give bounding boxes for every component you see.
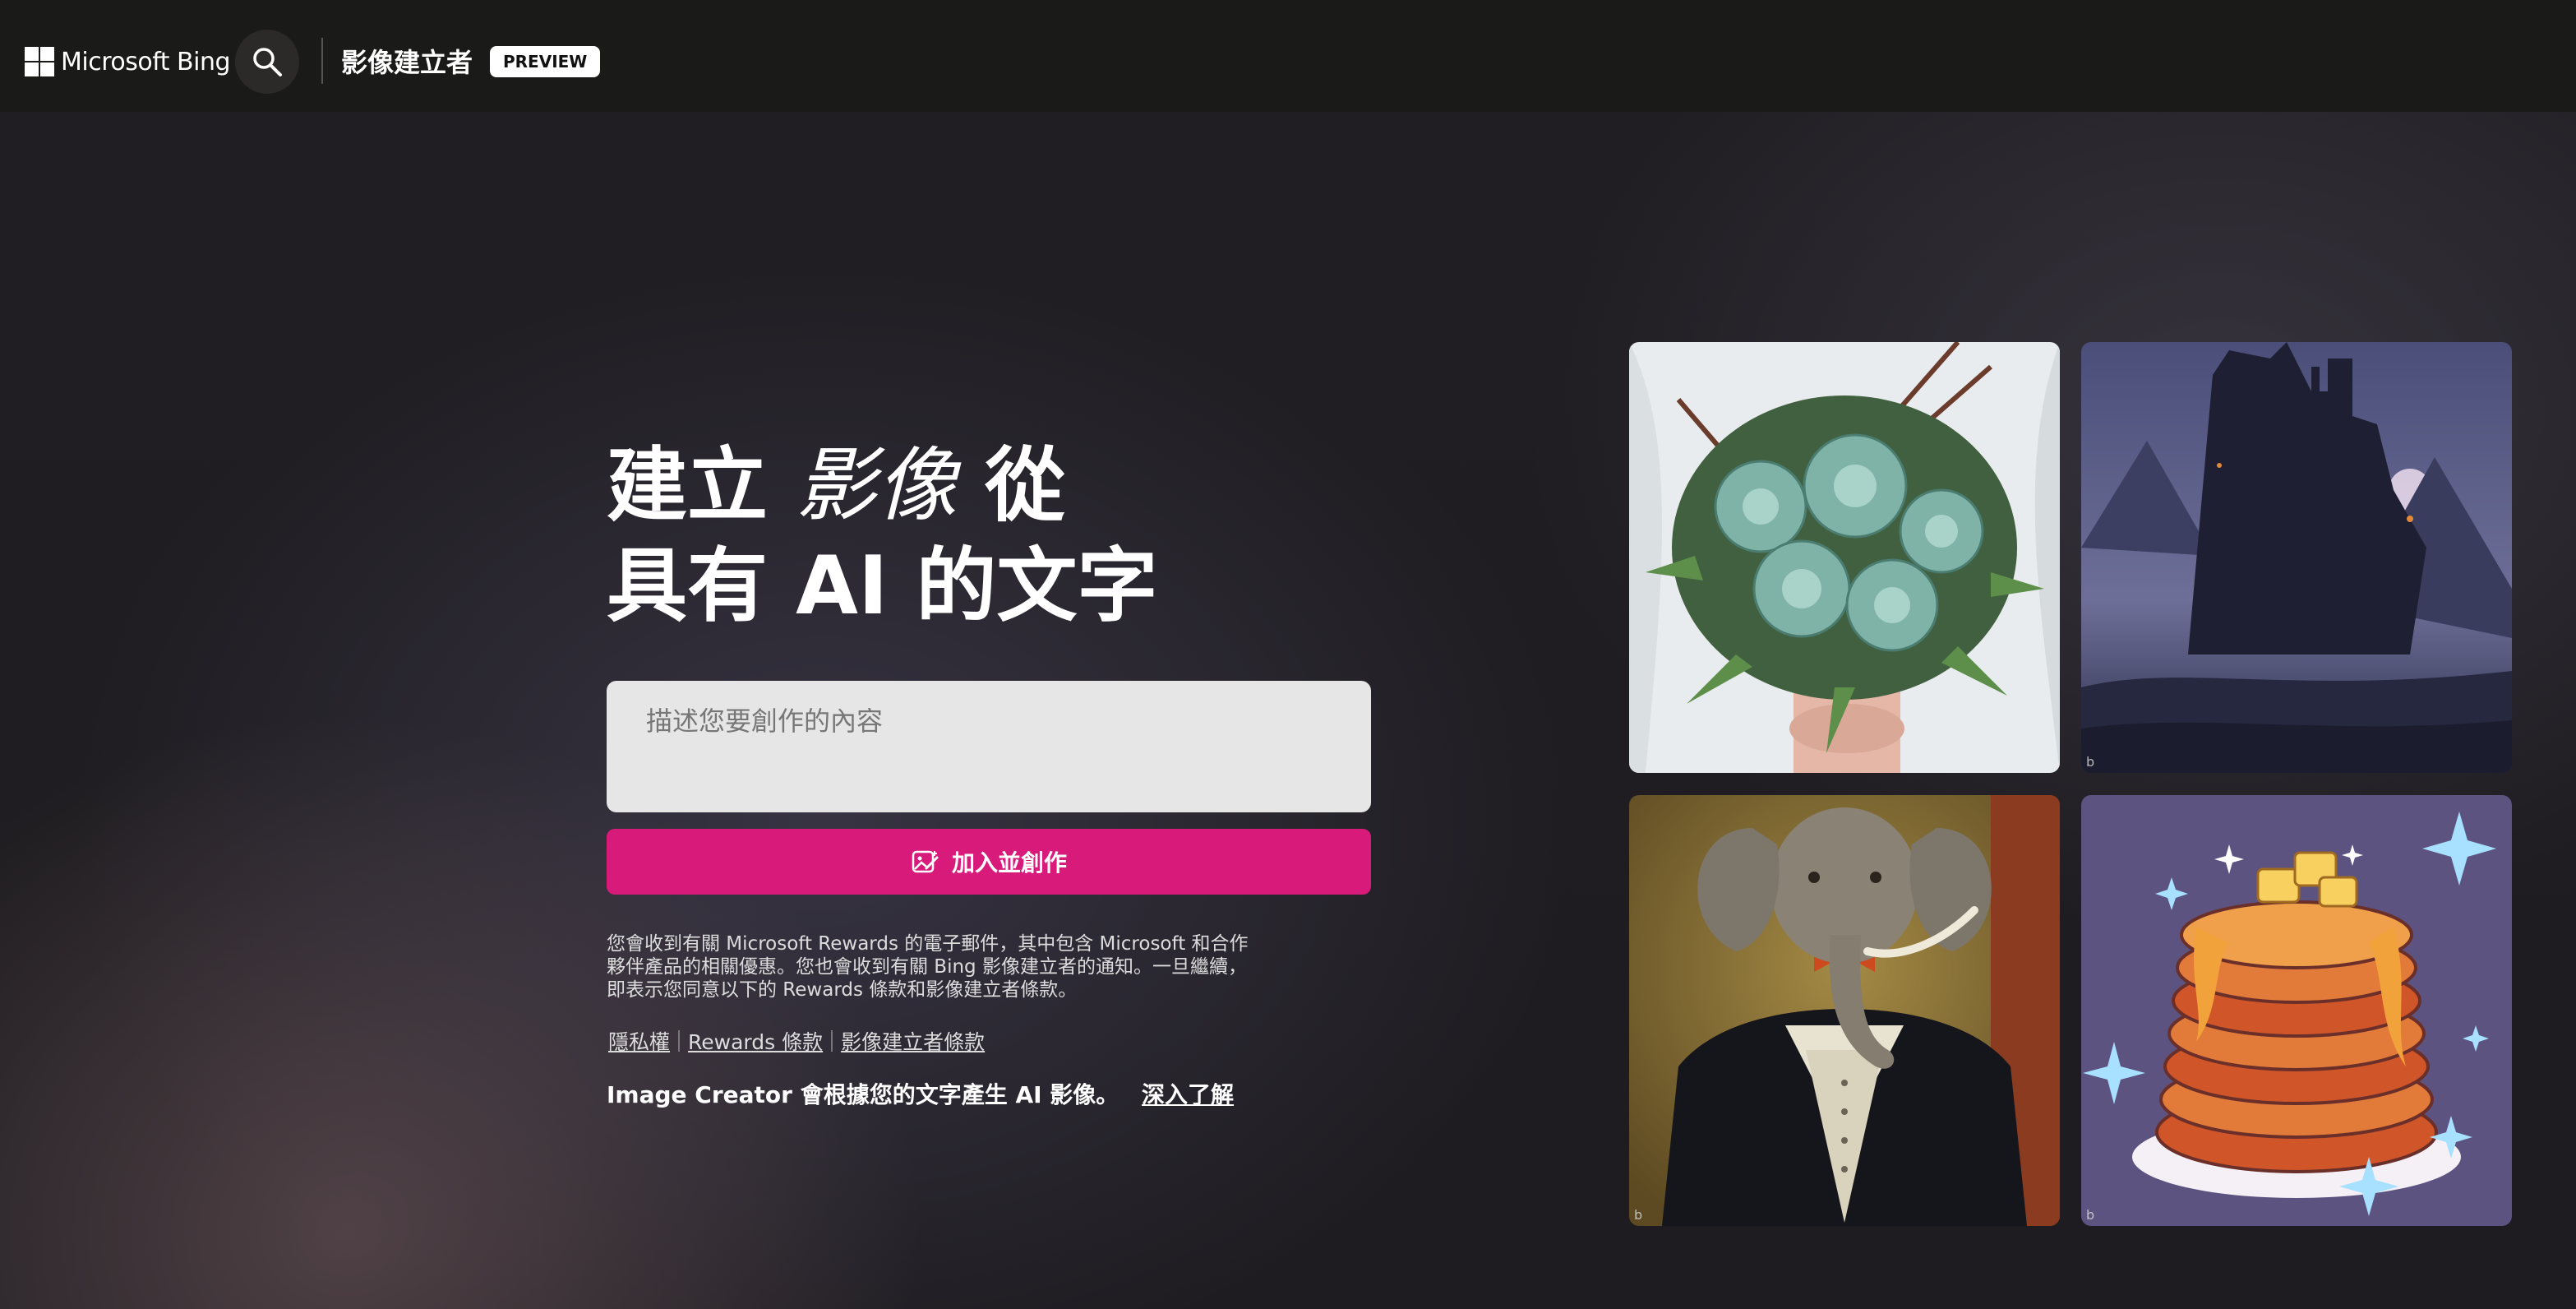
headline-line-2: 具有 AI 的文字: [607, 539, 1158, 633]
image-creator-terms-link[interactable]: 影像建立者條款: [841, 1026, 985, 1056]
headline-part-2: 從: [985, 439, 1066, 533]
sample-image-succulent-bouquet: [1629, 342, 2060, 773]
bing-home-link[interactable]: Microsoft Bing: [25, 45, 231, 78]
top-bar: Microsoft Bing 影像建立者 PREVIEW: [0, 0, 2576, 112]
brand-text: Microsoft Bing: [61, 47, 231, 76]
sample-image-pancake-stack: b: [2081, 795, 2512, 1226]
header-divider: [321, 38, 323, 84]
rewards-notice: 您會收到有關 Microsoft Rewards 的電子郵件，其中包含 Micr…: [607, 933, 1249, 1001]
terms-links: 隱私權 Rewards 條款 影像建立者條款: [608, 1026, 985, 1056]
windows-logo-icon: [25, 47, 54, 76]
about-text: Image Creator 會根據您的文字產生 AI 影像。: [607, 1081, 1119, 1108]
headline-line-1: 建立 影像 從: [607, 436, 1158, 536]
bing-watermark: b: [2086, 1207, 2095, 1223]
prompt-input[interactable]: 描述您要創作的內容: [607, 681, 1371, 812]
learn-more-link[interactable]: 深入了解: [1142, 1081, 1234, 1108]
headline-part-1: 建立: [607, 439, 769, 533]
privacy-link[interactable]: 隱私權: [608, 1026, 670, 1056]
link-separator: [678, 1030, 681, 1052]
search-button[interactable]: [235, 30, 299, 94]
prompt-placeholder: 描述您要創作的內容: [646, 705, 884, 737]
link-separator: [831, 1030, 833, 1052]
search-icon: [253, 48, 282, 76]
create-image-icon: [912, 850, 939, 873]
sample-image-elephant-tuxedo: b: [1629, 795, 2060, 1226]
headline-italic: 影像: [796, 439, 958, 533]
about-line: Image Creator 會根據您的文字產生 AI 影像。 深入了解: [607, 1077, 1234, 1110]
page-headline: 建立 影像 從 具有 AI 的文字: [607, 436, 1158, 636]
app-title[interactable]: 影像建立者: [341, 42, 473, 80]
bing-watermark: b: [1634, 1207, 1643, 1223]
join-and-create-button[interactable]: 加入並創作: [607, 829, 1371, 895]
sample-image-castle: b: [2081, 342, 2512, 773]
rewards-terms-link[interactable]: Rewards 條款: [688, 1026, 823, 1056]
join-and-create-label: 加入並創作: [951, 849, 1067, 877]
preview-badge: PREVIEW: [490, 46, 601, 77]
bing-watermark: b: [2086, 754, 2095, 770]
